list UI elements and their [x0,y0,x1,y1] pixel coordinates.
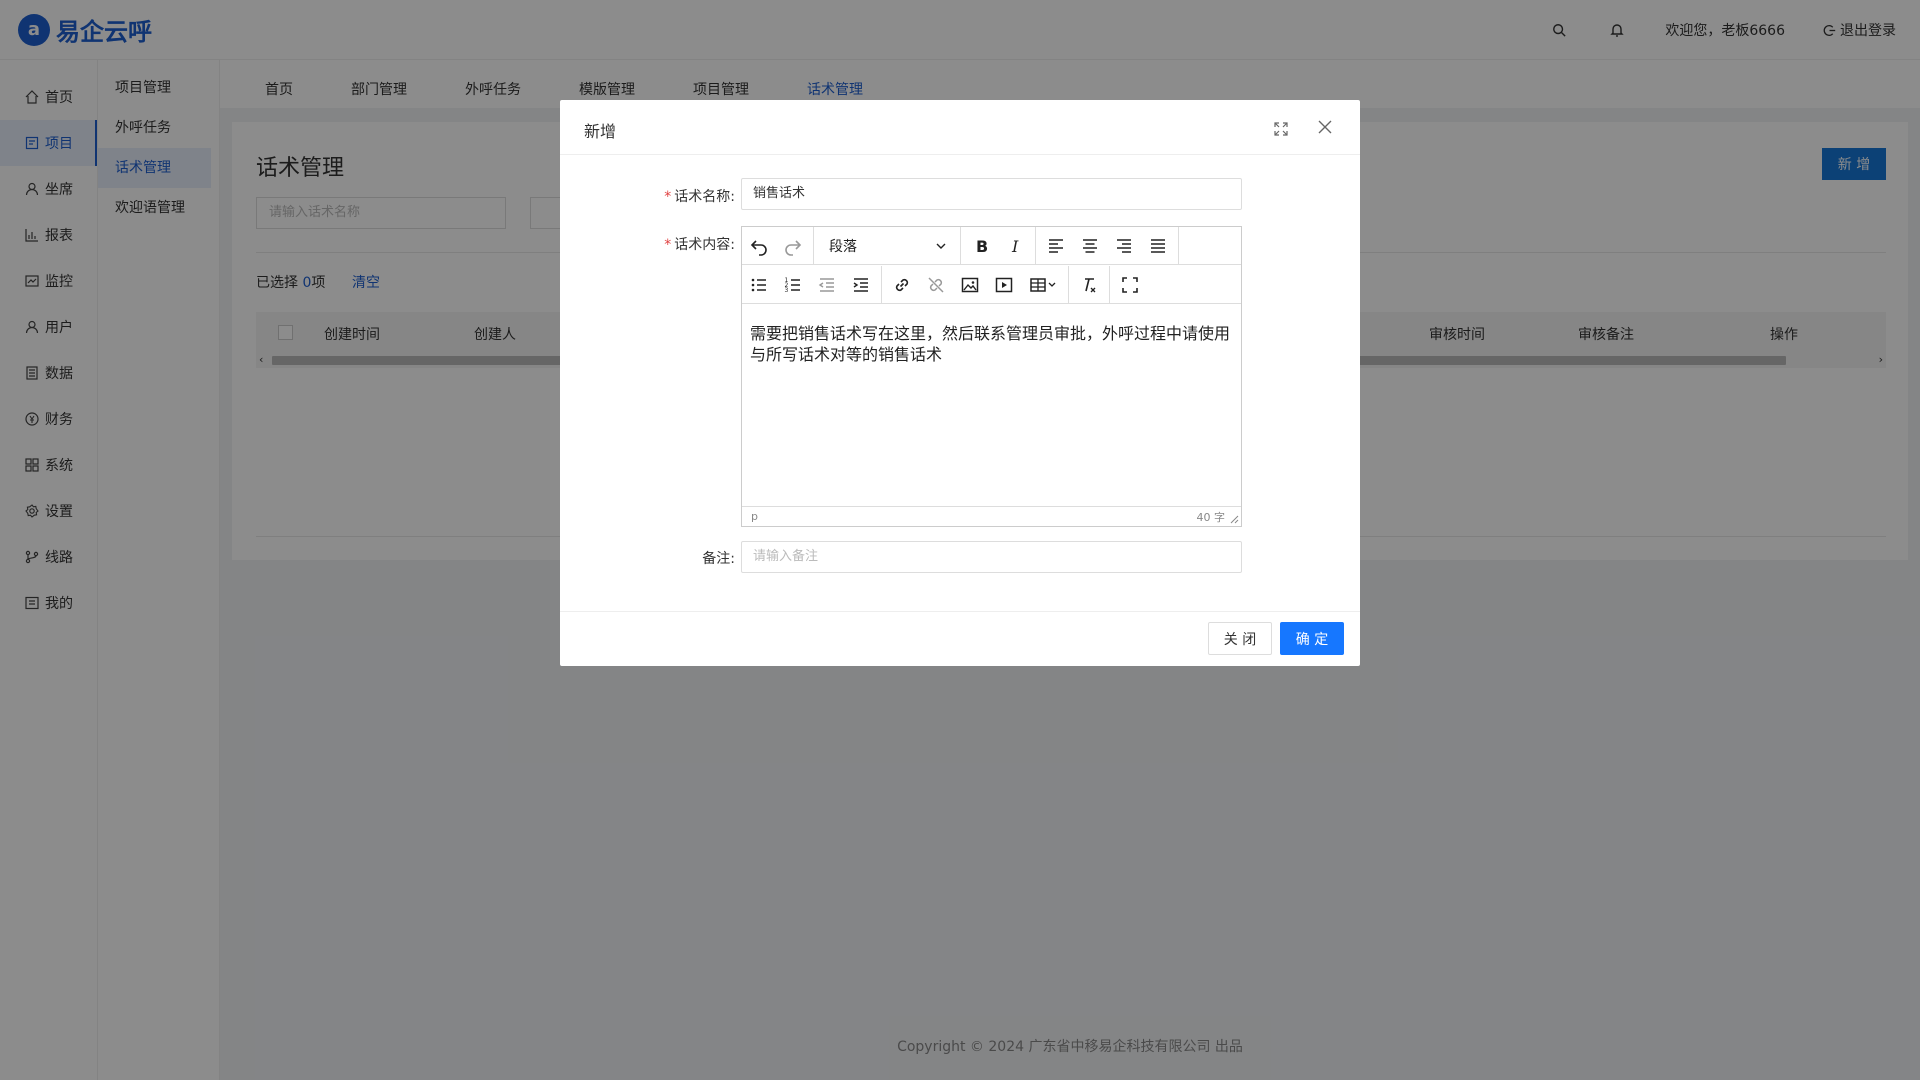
rich-text-editor: 段落 B I 123 需要把销售话术写在这里，然后联系管理员审批，外呼过程中请使… [741,226,1242,527]
resize-handle-icon[interactable] [1230,515,1239,524]
numbered-list-icon[interactable]: 123 [776,266,810,304]
block-format-select[interactable]: 段落 [817,227,957,265]
outdent-icon[interactable] [810,266,844,304]
fullscreen-icon[interactable] [1113,266,1147,304]
word-count: 40 字 [1196,511,1226,524]
add-script-dialog: 新增 * 话术名称: 销售话术 * 话术内容: 段落 B I 123 需要把销售… [560,100,1360,666]
editor-statusbar: p 40 字 [742,506,1241,526]
editor-content[interactable]: 需要把销售话术写在这里，然后联系管理员审批，外呼过程中请使用与所写话术对等的销售… [750,323,1233,365]
image-icon[interactable] [953,266,987,304]
dialog-title: 新增 [584,122,617,141]
italic-icon[interactable]: I [998,227,1032,265]
svg-text:I: I [1011,237,1019,256]
toolbar-separator [1035,226,1036,265]
editor-toolbar-row-1: 段落 B I [742,226,1241,265]
table-icon[interactable] [1021,266,1065,304]
toolbar-separator [1178,226,1179,265]
chevron-down-icon [936,243,946,249]
dialog-header-divider [560,154,1360,155]
dialog-footer-divider [560,611,1360,612]
maximize-icon[interactable] [1274,122,1288,136]
close-button[interactable]: 关 闭 [1208,622,1272,655]
align-center-icon[interactable] [1073,227,1107,265]
align-right-icon[interactable] [1107,227,1141,265]
bold-icon[interactable]: B [964,227,998,265]
media-icon[interactable] [987,266,1021,304]
redo-icon[interactable] [776,227,810,265]
close-icon[interactable] [1318,120,1332,134]
toolbar-separator [960,226,961,265]
svg-text:3: 3 [785,287,789,294]
script-name-input[interactable]: 销售话术 [741,178,1242,210]
remark-input[interactable]: 请输入备注 [741,541,1242,573]
script-name-label-text: 话术名称: [674,189,735,205]
svg-text:B: B [976,237,988,256]
editor-toolbar-row-2: 123 [742,265,1241,304]
script-content-label: * 话术内容: [615,234,735,254]
undo-icon[interactable] [742,227,776,265]
indent-icon[interactable] [844,266,878,304]
remark-label: 备注: [702,551,735,567]
align-justify-icon[interactable] [1141,227,1175,265]
unlink-icon[interactable] [919,266,953,304]
clear-format-icon[interactable] [1072,266,1106,304]
toolbar-separator [1109,265,1110,304]
link-icon[interactable] [885,266,919,304]
required-mark: * [664,237,672,253]
align-left-icon[interactable] [1039,227,1073,265]
toolbar-separator [813,226,814,265]
script-name-label: * 话术名称: [615,186,735,206]
block-format-value: 段落 [829,238,857,255]
script-content-label-text: 话术内容: [674,237,735,253]
toolbar-separator [881,265,882,304]
toolbar-separator [1068,265,1069,304]
confirm-button[interactable]: 确 定 [1280,622,1344,655]
required-mark: * [664,189,672,205]
element-path: p [751,510,758,523]
bullet-list-icon[interactable] [742,266,776,304]
